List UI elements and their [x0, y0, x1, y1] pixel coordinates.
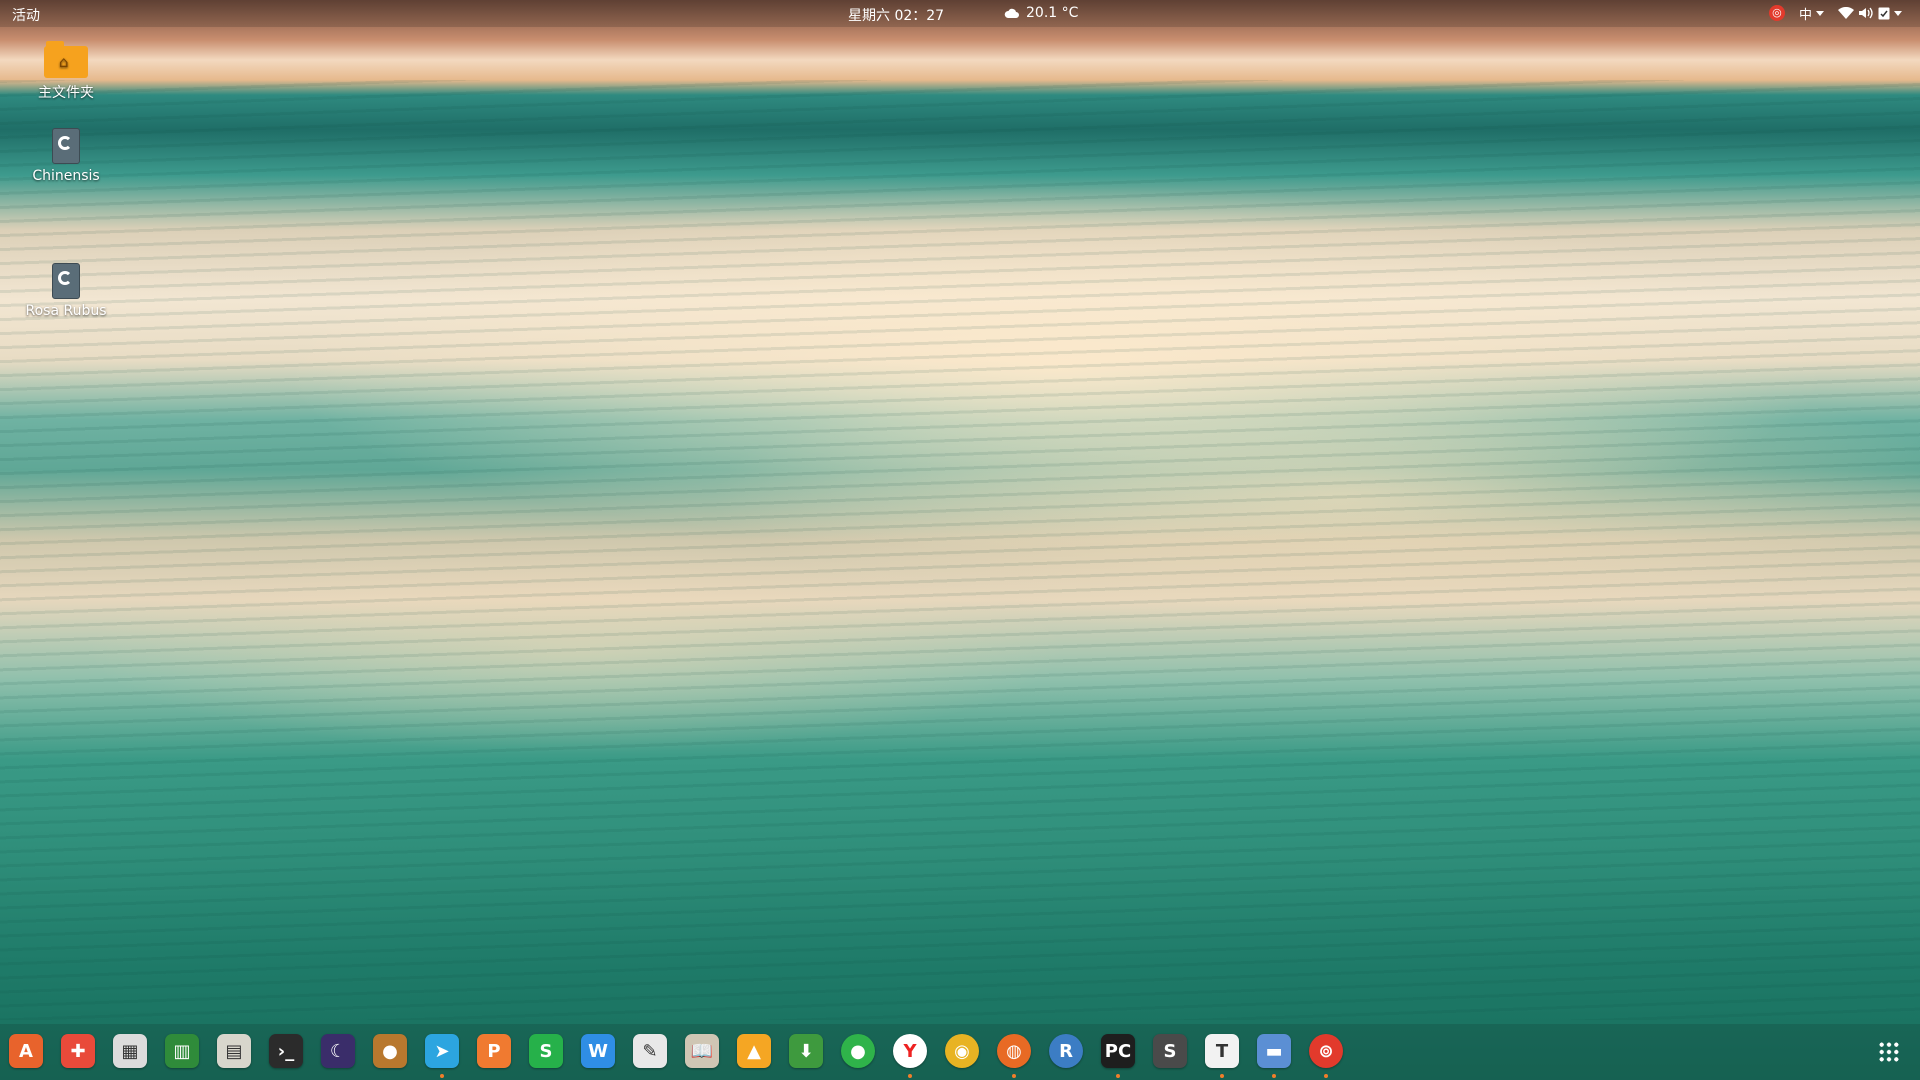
- wechat-icon[interactable]: ●: [841, 1034, 875, 1068]
- running-indicator: [908, 1074, 912, 1078]
- text-editor-icon[interactable]: ✎: [633, 1034, 667, 1068]
- desktop-icon-label: Chinensis: [32, 168, 100, 184]
- wallpaper-ripples: [0, 80, 1920, 1020]
- sublime-text-icon[interactable]: S: [1153, 1034, 1187, 1068]
- activities-button[interactable]: 活动: [12, 5, 40, 25]
- book-reader-icon[interactable]: 📖: [685, 1034, 719, 1068]
- mixer-icon[interactable]: ▦: [113, 1034, 147, 1068]
- home-folder-icon: ⌂: [44, 41, 88, 78]
- running-indicator: [1220, 1074, 1224, 1078]
- system-monitor-icon[interactable]: ▥: [165, 1034, 199, 1068]
- typora-icon[interactable]: T: [1205, 1034, 1239, 1068]
- clipboard-check-icon: [1878, 7, 1890, 20]
- drive-icon: [52, 263, 80, 299]
- file-manager-icon[interactable]: ▬: [1257, 1034, 1291, 1068]
- cloud-icon: [1004, 8, 1019, 18]
- running-indicator: [1012, 1074, 1016, 1078]
- software-center-icon[interactable]: A: [9, 1034, 43, 1068]
- vlc-icon[interactable]: ▲: [737, 1034, 771, 1068]
- firefox-icon[interactable]: ◍: [997, 1034, 1031, 1068]
- desktop-icon-rosa-rubus[interactable]: Rosa Rubus: [11, 263, 121, 319]
- running-indicator: [1116, 1074, 1120, 1078]
- running-indicator: [440, 1074, 444, 1078]
- system-tray: ◎ 中: [1768, 3, 1902, 23]
- wps-writer-icon[interactable]: W: [581, 1034, 615, 1068]
- terminal-icon[interactable]: ›_: [269, 1034, 303, 1068]
- telegram-icon[interactable]: ➤: [425, 1034, 459, 1068]
- help-icon[interactable]: ✚: [61, 1034, 95, 1068]
- desktop-icon-chinensis[interactable]: Chinensis: [11, 128, 121, 184]
- desktop-icon-label: 主文件夹: [38, 85, 94, 101]
- top-bar: 活动 星期六 02：27 20.1 °C ◎ 中: [0, 0, 1920, 27]
- dock: A ✚ ▦ ▥ ▤ ›_ ☾ ● ➤ P S W ✎ 📖 ▲ ⬇ ● Y ◉ ◍ R PC S T ▬ ⊚: [0, 1024, 1920, 1080]
- wifi-icon: [1838, 7, 1854, 19]
- wps-presentation-icon[interactable]: P: [477, 1034, 511, 1068]
- netease-music-icon[interactable]: ◎: [1768, 5, 1785, 21]
- acorn-app-icon[interactable]: ●: [373, 1034, 407, 1068]
- chrome-icon[interactable]: ◉: [945, 1034, 979, 1068]
- weather-temperature: 20.1 °C: [1026, 5, 1079, 21]
- pycharm-icon[interactable]: PC: [1101, 1034, 1135, 1068]
- input-method-label: 中: [1798, 7, 1812, 23]
- wps-spreadsheet-icon[interactable]: S: [529, 1034, 563, 1068]
- chevron-down-icon: [1894, 10, 1902, 16]
- running-indicator: [1272, 1074, 1276, 1078]
- netease-music-icon[interactable]: ⊚: [1309, 1034, 1343, 1068]
- app-grid-icon[interactable]: [1878, 1041, 1900, 1063]
- yandex-browser-icon[interactable]: Y: [893, 1034, 927, 1068]
- calculator-icon[interactable]: ▤: [217, 1034, 251, 1068]
- drive-icon: [52, 128, 80, 164]
- desktop-icon-home-folder[interactable]: ⌂ 主文件夹: [11, 41, 121, 102]
- status-menu[interactable]: [1838, 6, 1902, 20]
- volume-icon: [1859, 7, 1873, 19]
- clock[interactable]: 星期六 02：27: [848, 5, 944, 25]
- input-method-indicator[interactable]: 中: [1799, 4, 1824, 23]
- weather-indicator[interactable]: 20.1 °C: [1004, 5, 1078, 21]
- desktop-icon-label: Rosa Rubus: [25, 303, 107, 319]
- night-app-icon[interactable]: ☾: [321, 1034, 355, 1068]
- downloader-icon[interactable]: ⬇: [789, 1034, 823, 1068]
- running-indicator: [1324, 1074, 1328, 1078]
- rstudio-icon[interactable]: R: [1049, 1034, 1083, 1068]
- chevron-down-icon: [1816, 10, 1824, 16]
